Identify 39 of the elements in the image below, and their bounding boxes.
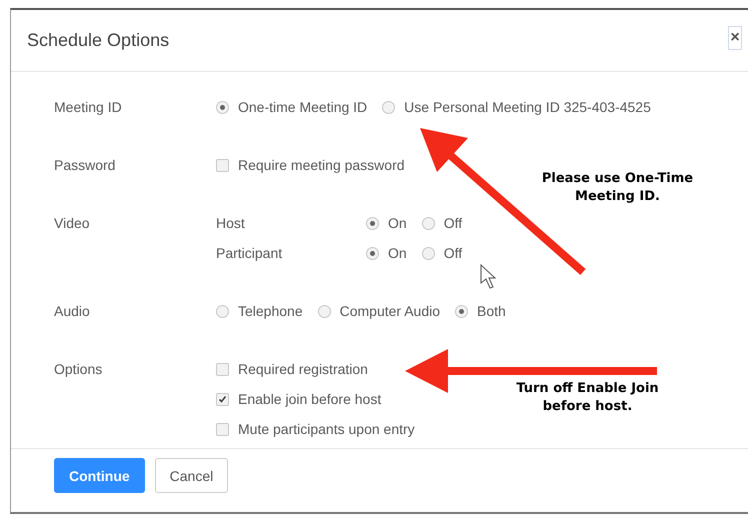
checkbox-label: Mute participants upon entry <box>238 421 415 437</box>
section-label: Password <box>54 157 116 173</box>
section-label: Options <box>54 361 102 377</box>
radio-label: On <box>388 215 407 231</box>
radio-button[interactable] <box>216 304 229 318</box>
radio-button[interactable] <box>422 246 435 260</box>
radio-label: Use Personal Meeting ID 325-403-4525 <box>404 99 651 115</box>
annotation-text: Turn off Enable Join before host. <box>515 380 660 416</box>
radio-button[interactable] <box>216 100 229 114</box>
dialog-title: Schedule Options <box>27 30 170 51</box>
radio-button[interactable] <box>366 216 379 230</box>
radio-button[interactable] <box>422 216 435 230</box>
radio-button[interactable] <box>455 304 468 318</box>
section-label: Meeting ID <box>54 99 122 115</box>
radio-button[interactable] <box>382 100 396 114</box>
radio-label: On <box>388 245 407 261</box>
radio-label: One-time Meeting ID <box>238 99 368 115</box>
checkbox[interactable] <box>216 392 229 406</box>
close-button[interactable]: × <box>728 26 742 50</box>
checkbox-label: Required registration <box>238 361 368 377</box>
annotation-text: Please use One-Time Meeting ID. <box>540 170 694 206</box>
radio-label: Computer Audio <box>340 303 440 319</box>
radio-label: Off <box>444 245 462 261</box>
checkbox[interactable] <box>216 158 229 172</box>
sub-label: Host <box>216 215 246 231</box>
section-label: Video <box>54 215 90 231</box>
radio-button[interactable] <box>318 304 331 318</box>
section-label: Audio <box>54 303 90 319</box>
radio-label: Both <box>477 303 506 319</box>
cancel-button[interactable]: Cancel <box>154 458 228 493</box>
checkbox-label: Require meeting password <box>238 157 405 173</box>
cursor-icon <box>480 264 496 289</box>
checkbox[interactable] <box>216 422 229 436</box>
checkbox[interactable] <box>216 362 229 376</box>
sub-label: Participant <box>216 245 284 261</box>
checkbox-label: Enable join before host <box>238 391 382 407</box>
radio-label: Telephone <box>238 303 303 319</box>
radio-label: Off <box>444 215 462 231</box>
radio-button[interactable] <box>366 246 379 260</box>
